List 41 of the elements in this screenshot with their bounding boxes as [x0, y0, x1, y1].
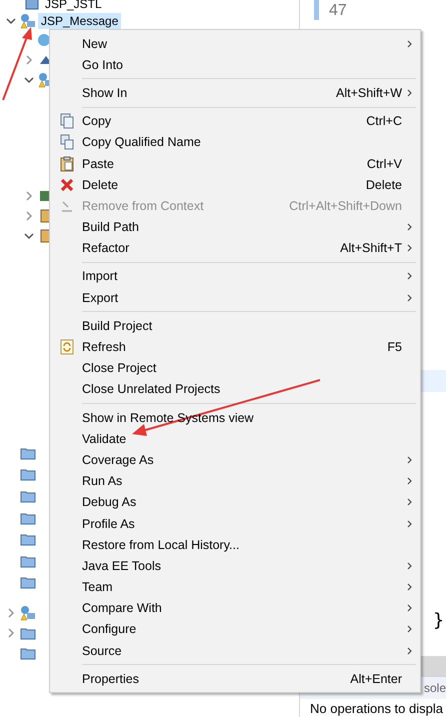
menu-item[interactable]: Import	[52, 266, 418, 288]
menu-item[interactable]: Delete Delete	[52, 174, 418, 196]
delete-icon	[60, 178, 74, 192]
copy-icon	[60, 113, 74, 130]
menu-item[interactable]: Show In Alt+Shift+W	[52, 82, 418, 104]
menu-item[interactable]: Close Unrelated Projects	[52, 378, 418, 400]
menu-item[interactable]: Coverage As	[52, 449, 418, 471]
project-icon	[24, 0, 40, 12]
menu-item[interactable]: Compare With	[52, 598, 418, 619]
tree-item[interactable]: JSP_Message	[38, 13, 122, 29]
console-tab[interactable]: sole	[424, 681, 446, 695]
menu-item[interactable]: Paste Ctrl+V	[52, 152, 418, 174]
remove-icon	[60, 198, 74, 213]
menu-item[interactable]: Java EE Tools	[52, 555, 418, 576]
menu-item[interactable]: Refresh F5	[52, 336, 418, 358]
menu-item[interactable]: Team	[52, 576, 418, 598]
project-warning-icon	[20, 13, 36, 29]
clipboard-icon	[60, 156, 74, 172]
menu-item[interactable]: Restore from Local History...	[52, 534, 418, 556]
menu-item[interactable]: New	[52, 33, 418, 54]
menu-item[interactable]: Go Into	[52, 54, 418, 76]
menu-item[interactable]: Configure	[52, 618, 418, 640]
menu-item[interactable]: Profile As	[52, 512, 418, 534]
console-message: No operations to displa	[309, 700, 444, 717]
menu-item[interactable]: Copy Qualified Name	[52, 132, 418, 153]
refresh-icon	[60, 339, 74, 356]
menu-item[interactable]: Build Path	[52, 216, 418, 238]
menu-item[interactable]: Properties Alt+Enter	[52, 668, 418, 690]
menu-item[interactable]: Refactor Alt+Shift+T	[52, 238, 418, 259]
menu-item[interactable]: Copy Ctrl+C	[52, 110, 418, 132]
menu-item[interactable]: Close Project	[52, 358, 418, 379]
copy-icon	[60, 134, 74, 150]
menu-item[interactable]: Run As	[52, 470, 418, 492]
menu-item[interactable]: Validate	[52, 428, 418, 450]
project-warning-icon	[20, 605, 36, 622]
menu-item[interactable]: Source	[52, 640, 418, 662]
menu-item[interactable]: Export	[52, 287, 418, 308]
menu-item[interactable]: Build Project	[52, 315, 418, 336]
code-brace: }	[433, 610, 445, 631]
menu-item[interactable]: Debug As	[52, 492, 418, 513]
line-number: 47	[314, 0, 345, 20]
